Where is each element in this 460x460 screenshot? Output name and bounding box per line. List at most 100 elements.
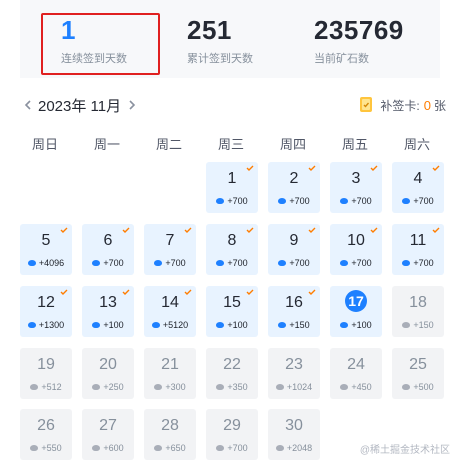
day-reward: +1024 bbox=[268, 382, 320, 392]
day-cell[interactable]: 21 +300 bbox=[144, 348, 196, 399]
reward-amount: +100 bbox=[103, 320, 124, 330]
ore-icon bbox=[402, 384, 411, 390]
day-number: 19 bbox=[37, 356, 55, 373]
day-reward: +650 bbox=[144, 443, 196, 453]
check-icon bbox=[122, 289, 130, 295]
day-reward: +5120 bbox=[144, 320, 196, 330]
reward-amount: +700 bbox=[289, 258, 310, 268]
check-icon bbox=[246, 289, 254, 295]
day-reward: +550 bbox=[20, 443, 72, 453]
day-cell[interactable]: 28 +650 bbox=[144, 409, 196, 460]
calendar-grid: 1 +700 2 +700 3 +700 4 +700 5 +4096 6 +700 7 +700 8 +70… bbox=[0, 0, 460, 460]
reward-amount: +350 bbox=[227, 382, 248, 392]
day-cell[interactable]: 19 +512 bbox=[20, 348, 72, 399]
ore-icon bbox=[340, 384, 349, 390]
day-number: 23 bbox=[285, 356, 303, 373]
day-cell[interactable]: 9 +700 bbox=[268, 224, 320, 275]
day-number: 14 bbox=[161, 294, 179, 311]
reward-amount: +700 bbox=[289, 196, 310, 206]
day-number: 18 bbox=[409, 294, 427, 311]
check-icon bbox=[432, 165, 440, 171]
ore-icon bbox=[92, 384, 101, 390]
reward-amount: +300 bbox=[165, 382, 186, 392]
day-number: 26 bbox=[37, 417, 55, 434]
ore-icon bbox=[92, 260, 101, 266]
day-cell[interactable]: 13 +100 bbox=[82, 286, 134, 337]
reward-amount: +700 bbox=[413, 258, 434, 268]
reward-amount: +100 bbox=[351, 320, 372, 330]
ore-icon bbox=[340, 198, 349, 204]
ore-icon bbox=[151, 322, 160, 328]
check-icon bbox=[184, 289, 192, 295]
check-icon bbox=[432, 227, 440, 233]
day-reward: +512 bbox=[20, 382, 72, 392]
day-reward: +100 bbox=[330, 320, 382, 330]
day-cell[interactable]: 8 +700 bbox=[206, 224, 258, 275]
day-cell[interactable]: 26 +550 bbox=[20, 409, 72, 460]
day-number: 15 bbox=[223, 294, 241, 311]
day-cell[interactable]: 1 +700 bbox=[206, 162, 258, 213]
ore-icon bbox=[154, 384, 163, 390]
day-cell[interactable]: 17 +100 bbox=[330, 286, 382, 337]
day-number: 27 bbox=[99, 417, 117, 434]
day-number: 13 bbox=[99, 294, 117, 311]
ore-icon bbox=[402, 198, 411, 204]
day-cell[interactable]: 15 +100 bbox=[206, 286, 258, 337]
ore-icon bbox=[275, 384, 284, 390]
check-icon bbox=[308, 227, 316, 233]
day-cell[interactable]: 18 +150 bbox=[392, 286, 444, 337]
day-number: 4 bbox=[413, 170, 423, 187]
day-number: 12 bbox=[37, 294, 55, 311]
day-cell[interactable]: 3 +700 bbox=[330, 162, 382, 213]
day-number: 3 bbox=[351, 170, 361, 187]
day-cell[interactable]: 23 +1024 bbox=[268, 348, 320, 399]
day-cell[interactable]: 27 +600 bbox=[82, 409, 134, 460]
day-number: 25 bbox=[409, 356, 427, 373]
day-number: 21 bbox=[161, 356, 179, 373]
day-reward: +700 bbox=[392, 258, 444, 268]
day-reward: +350 bbox=[206, 382, 258, 392]
ore-icon bbox=[402, 322, 411, 328]
reward-amount: +700 bbox=[227, 443, 248, 453]
ore-icon bbox=[216, 198, 225, 204]
day-cell[interactable]: 5 +4096 bbox=[20, 224, 72, 275]
day-cell[interactable]: 25 +500 bbox=[392, 348, 444, 399]
reward-amount: +2048 bbox=[286, 443, 313, 453]
day-number: 5 bbox=[41, 232, 51, 249]
day-cell[interactable]: 30 +2048 bbox=[268, 409, 320, 460]
check-icon bbox=[308, 165, 316, 171]
reward-amount: +700 bbox=[103, 258, 124, 268]
day-reward: +4096 bbox=[20, 258, 72, 268]
day-number: 20 bbox=[99, 356, 117, 373]
reward-amount: +600 bbox=[103, 443, 124, 453]
ore-icon bbox=[30, 445, 39, 451]
day-number: 28 bbox=[161, 417, 179, 434]
day-cell[interactable]: 4 +700 bbox=[392, 162, 444, 213]
day-cell[interactable]: 20 +250 bbox=[82, 348, 134, 399]
reward-amount: +1300 bbox=[38, 320, 65, 330]
reward-amount: +150 bbox=[289, 320, 310, 330]
day-reward: +700 bbox=[268, 258, 320, 268]
day-cell[interactable]: 29 +700 bbox=[206, 409, 258, 460]
reward-amount: +1024 bbox=[286, 382, 313, 392]
day-cell[interactable]: 11 +700 bbox=[392, 224, 444, 275]
day-cell[interactable]: 16 +150 bbox=[268, 286, 320, 337]
day-cell[interactable]: 6 +700 bbox=[82, 224, 134, 275]
day-number: 29 bbox=[223, 417, 241, 434]
day-reward: +100 bbox=[206, 320, 258, 330]
day-number: 9 bbox=[289, 232, 299, 249]
day-cell[interactable]: 14 +5120 bbox=[144, 286, 196, 337]
day-reward: +300 bbox=[144, 382, 196, 392]
reward-amount: +700 bbox=[351, 258, 372, 268]
ore-icon bbox=[27, 260, 36, 266]
reward-amount: +512 bbox=[41, 382, 62, 392]
day-cell[interactable]: 22 +350 bbox=[206, 348, 258, 399]
day-cell[interactable]: 12 +1300 bbox=[20, 286, 72, 337]
day-cell[interactable]: 2 +700 bbox=[268, 162, 320, 213]
day-reward: +150 bbox=[268, 320, 320, 330]
day-cell[interactable]: 10 +700 bbox=[330, 224, 382, 275]
day-cell[interactable]: 7 +700 bbox=[144, 224, 196, 275]
day-number: 2 bbox=[289, 170, 299, 187]
day-number: 11 bbox=[409, 232, 427, 249]
day-cell[interactable]: 24 +450 bbox=[330, 348, 382, 399]
